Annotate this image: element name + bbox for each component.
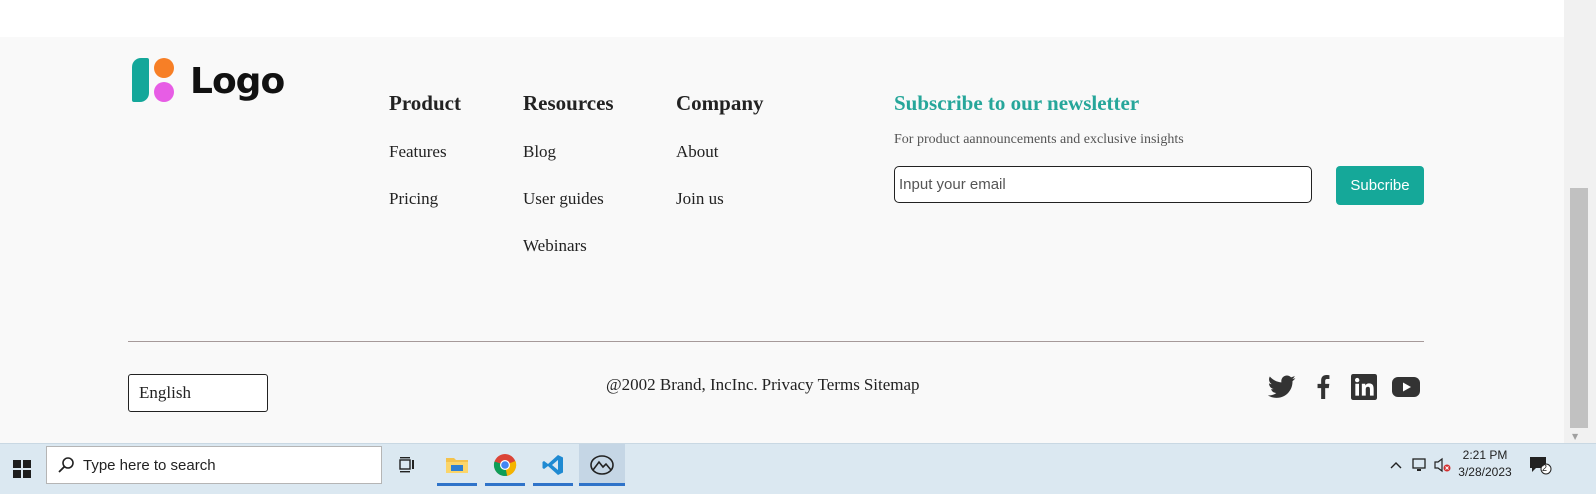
subscribe-button[interactable]: Subcribe	[1336, 166, 1424, 205]
logo-text: Logo	[190, 60, 285, 102]
brand-logo[interactable]: Logo	[132, 58, 285, 104]
footer-link-blog[interactable]: Blog	[523, 142, 614, 162]
scroll-down-arrow-icon[interactable]: ▼	[1572, 432, 1578, 441]
copyright-bar: @2002 Brand, IncInc. Privacy Terms Sitemap	[606, 375, 924, 395]
network-icon[interactable]	[1410, 444, 1430, 486]
sitemap-link[interactable]: Sitemap	[864, 375, 920, 394]
footer-column-company: Company About Join us	[676, 91, 764, 236]
language-select[interactable]: English	[128, 374, 268, 412]
clock-date: 3/28/2023	[1458, 465, 1512, 479]
notification-count: 2	[1542, 463, 1548, 473]
page-scrollbar[interactable]: ▼	[1564, 0, 1596, 443]
photos-icon[interactable]	[579, 444, 625, 486]
windows-start-button[interactable]	[0, 444, 44, 494]
search-placeholder: Type here to search	[83, 456, 216, 474]
youtube-icon[interactable]	[1392, 374, 1420, 400]
clock-time: 2:21 PM	[1462, 448, 1508, 462]
copyright-text: @2002 Brand, IncInc.	[606, 375, 758, 394]
task-view-icon[interactable]	[387, 444, 427, 486]
newsletter-title: Subscribe to our newsletter	[894, 91, 1140, 115]
footer-divider	[128, 341, 1424, 342]
twitter-icon[interactable]	[1268, 374, 1296, 400]
facebook-icon[interactable]	[1309, 374, 1337, 400]
windows-taskbar: Type here to search 2:21 PM 3/28/2023 2	[0, 443, 1596, 494]
column-heading: Company	[676, 91, 764, 115]
footer-link-about[interactable]: About	[676, 142, 764, 162]
email-input[interactable]	[894, 166, 1312, 203]
chrome-icon[interactable]	[485, 444, 525, 486]
chevron-up-icon[interactable]	[1388, 444, 1404, 486]
search-icon	[57, 456, 75, 474]
vscode-icon[interactable]	[533, 444, 573, 486]
scrollbar-thumb[interactable]	[1570, 188, 1588, 428]
file-explorer-icon[interactable]	[437, 444, 477, 486]
footer-column-product: Product Features Pricing	[389, 91, 461, 236]
taskbar-clock[interactable]: 2:21 PM 3/28/2023	[1450, 447, 1520, 481]
footer-link-join-us[interactable]: Join us	[676, 189, 764, 209]
column-heading: Resources	[523, 91, 614, 115]
footer-link-features[interactable]: Features	[389, 142, 461, 162]
notification-center-icon[interactable]: 2	[1526, 444, 1554, 486]
page-top-area	[0, 0, 1564, 37]
newsletter-subtitle: For product aannouncements and exclusive…	[894, 132, 1184, 147]
terms-link[interactable]: Terms	[818, 375, 860, 394]
footer-link-user-guides[interactable]: User guides	[523, 189, 614, 209]
taskbar-search-box[interactable]: Type here to search	[46, 446, 382, 484]
column-heading: Product	[389, 91, 461, 115]
linkedin-icon[interactable]	[1350, 374, 1378, 400]
privacy-link[interactable]: Privacy	[762, 375, 814, 394]
footer-link-pricing[interactable]: Pricing	[389, 189, 461, 209]
footer-link-webinars[interactable]: Webinars	[523, 236, 614, 256]
logo-mark-icon	[132, 58, 178, 104]
footer-column-resources: Resources Blog User guides Webinars	[523, 91, 614, 283]
